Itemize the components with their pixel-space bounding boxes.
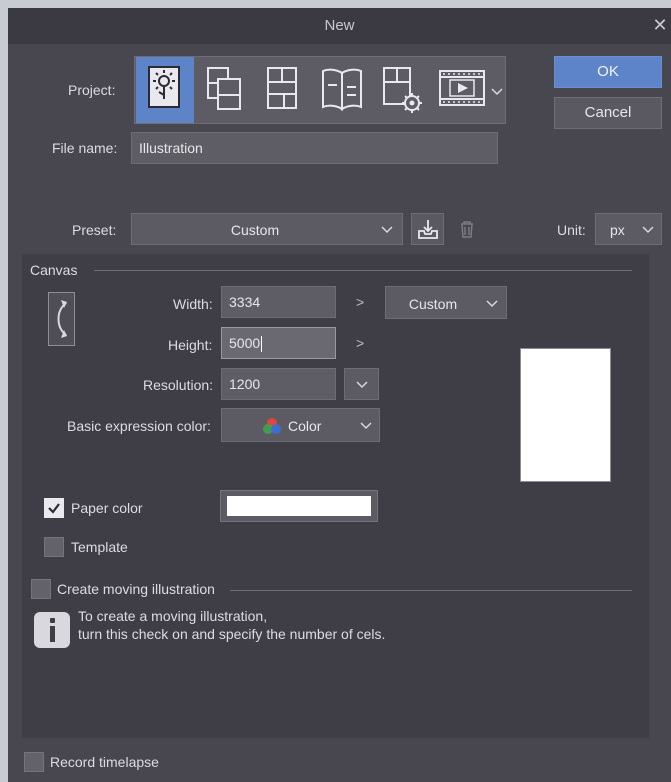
size-preset-value: Custom <box>408 296 458 312</box>
animation-icon <box>439 70 485 106</box>
canvas-section-title: Canvas <box>30 262 78 278</box>
project-multipage-button[interactable] <box>371 57 429 123</box>
canvas-divider <box>94 270 632 271</box>
record-timelapse-label: Record timelapse <box>50 754 159 770</box>
delete-preset-trash-icon[interactable] <box>459 220 475 238</box>
close-icon[interactable]: ✕ <box>649 14 671 36</box>
project-animation-button[interactable] <box>429 57 489 123</box>
project-type-selector <box>134 56 506 124</box>
project-label: Project: <box>68 82 116 98</box>
height-label: Height: <box>168 337 213 353</box>
register-preset-button[interactable] <box>411 213 444 245</box>
height-value: 5000 <box>229 335 261 351</box>
project-webtoon-button[interactable] <box>196 57 254 123</box>
preset-value: Custom <box>230 222 280 238</box>
title-bar: New ✕ <box>8 8 671 44</box>
paper-color-label: Paper color <box>71 500 143 516</box>
color-mode-icon <box>263 418 281 434</box>
checkmark-icon <box>48 503 60 514</box>
info-text-line-1: To create a moving illustration, <box>78 608 268 624</box>
illustration-icon <box>148 66 180 108</box>
expression-color-value: Color <box>288 418 322 434</box>
rotate-orientation-icon <box>57 300 67 338</box>
create-moving-illustration-label: Create moving illustration <box>57 581 215 597</box>
moving-illustration-divider <box>230 590 632 591</box>
chevron-down-icon <box>356 381 368 389</box>
preset-label: Preset: <box>72 222 117 238</box>
chevron-down-icon <box>360 422 372 430</box>
resolution-dropdown-button[interactable] <box>344 368 379 400</box>
height-link-arrow-icon[interactable]: > <box>356 335 364 351</box>
width-link-arrow-icon[interactable]: > <box>356 294 364 310</box>
preset-dropdown[interactable]: Custom <box>131 213 403 245</box>
chevron-down-icon <box>486 300 498 308</box>
save-preset-icon <box>418 220 438 239</box>
multi-page-settings-icon <box>383 67 422 113</box>
create-moving-illustration-checkbox[interactable] <box>31 579 51 599</box>
record-timelapse-checkbox[interactable] <box>24 752 44 772</box>
height-input[interactable]: 5000 <box>221 327 336 359</box>
paper-color-fill <box>227 496 371 516</box>
width-input[interactable]: 3334 <box>221 286 336 318</box>
unit-dropdown[interactable]: px <box>595 213 662 245</box>
chevron-down-icon <box>381 226 393 234</box>
file-name-input[interactable]: Illustration <box>131 132 498 164</box>
swap-orientation-button[interactable] <box>48 292 75 346</box>
info-text-line-2: turn this check on and specify the numbe… <box>78 626 386 642</box>
ok-button[interactable]: OK <box>554 56 662 88</box>
project-book-button[interactable] <box>312 57 370 123</box>
resolution-label: Resolution: <box>143 377 214 393</box>
project-illustration-button[interactable] <box>136 57 194 123</box>
file-name-label: File name: <box>52 140 118 156</box>
paper-color-checkbox[interactable] <box>44 498 64 518</box>
unit-label: Unit: <box>557 222 586 238</box>
project-comic-button[interactable] <box>253 57 311 123</box>
resolution-input[interactable]: 1200 <box>221 368 336 400</box>
chevron-down-icon <box>642 226 654 234</box>
width-label: Width: <box>173 296 213 312</box>
dialog-title: New <box>324 17 355 34</box>
template-label: Template <box>71 539 128 555</box>
cancel-button[interactable]: Cancel <box>554 97 662 129</box>
expression-color-label: Basic expression color: <box>67 418 211 434</box>
expression-color-dropdown[interactable]: Color <box>221 408 380 442</box>
book-icon <box>322 68 362 111</box>
text-cursor <box>261 336 263 353</box>
paper-color-swatch[interactable] <box>220 490 378 522</box>
size-preset-dropdown[interactable]: Custom <box>385 286 507 319</box>
project-more-chevron-icon[interactable] <box>490 87 504 97</box>
new-dialog: New ✕ Project: OK Cancel File name: Illu… <box>8 8 671 782</box>
template-checkbox[interactable] <box>44 537 64 557</box>
webtoon-icon <box>207 67 241 110</box>
comic-icon <box>267 67 297 109</box>
info-icon <box>34 612 70 648</box>
unit-value: px <box>610 222 625 238</box>
canvas-preview <box>520 348 611 482</box>
